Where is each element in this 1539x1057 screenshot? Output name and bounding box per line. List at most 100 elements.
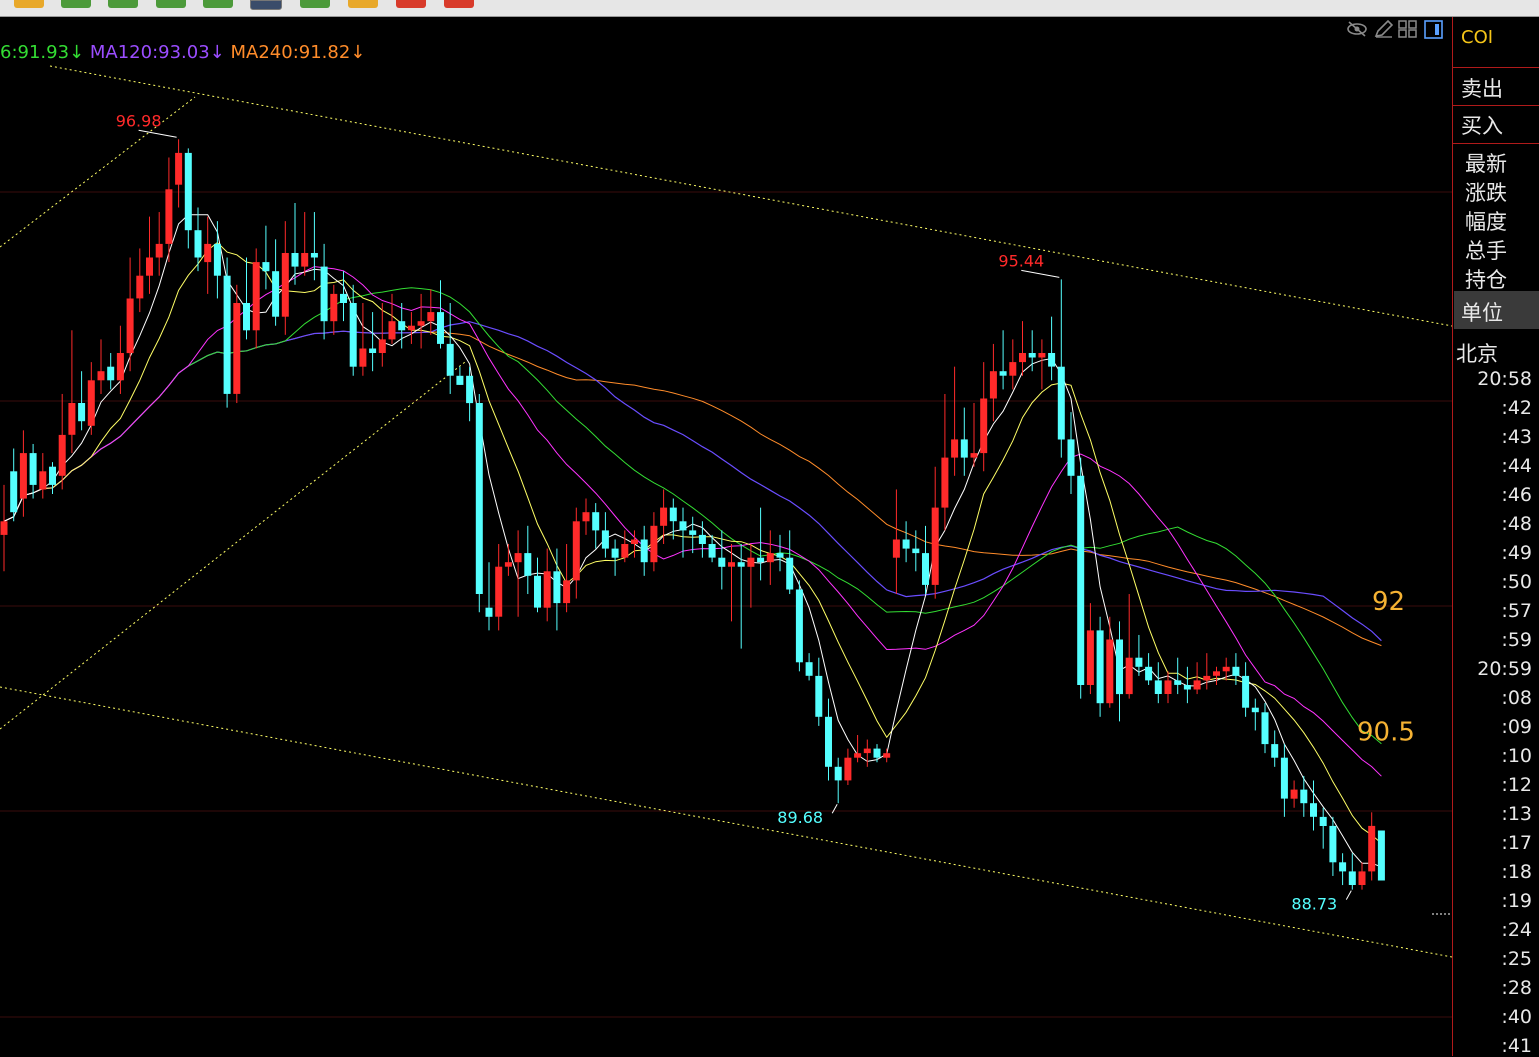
candle-body <box>854 753 862 758</box>
candle-body <box>640 539 648 563</box>
time-entry: :18 <box>1501 861 1532 883</box>
candle-body <box>660 507 668 526</box>
candle-body <box>68 403 76 435</box>
pencil-icon[interactable] <box>1373 19 1394 42</box>
candle-body <box>0 521 8 535</box>
candle-body <box>999 371 1007 376</box>
time-entry: :43 <box>1501 426 1532 448</box>
ma60-value: 6:91.93↓ <box>0 42 85 63</box>
level-90-5-label: 90.5 <box>1357 718 1415 748</box>
candle-body <box>146 257 153 276</box>
ma240-line <box>3 330 1382 647</box>
toolbar-button-5[interactable] <box>203 0 233 8</box>
divider <box>1453 143 1539 144</box>
candle-body <box>427 312 435 322</box>
toolbar-button-2[interactable] <box>61 0 91 8</box>
candle-body <box>689 530 697 535</box>
candle-body <box>504 562 512 567</box>
candle-body <box>951 439 959 458</box>
toolbar-button-4[interactable] <box>156 0 186 8</box>
eye-hidden-icon[interactable] <box>1346 20 1368 42</box>
level-92-label: 92 <box>1372 587 1405 617</box>
toolbar-button-1[interactable] <box>14 0 44 8</box>
trend-line-upper <box>49 65 1452 327</box>
candle-body <box>388 321 396 340</box>
candle-body <box>126 298 134 354</box>
candle-body <box>437 312 444 344</box>
candle-body <box>1106 639 1114 704</box>
candle-body <box>136 275 144 299</box>
panel-icon[interactable] <box>1424 20 1444 44</box>
time-entry: :28 <box>1501 977 1532 999</box>
divider <box>1453 105 1539 106</box>
time-entry: :17 <box>1501 832 1532 854</box>
ma120-value: MA120:93.03↓ <box>89 42 225 63</box>
candle-body <box>524 553 532 576</box>
candle-body <box>766 553 774 563</box>
candle-body <box>1193 680 1201 690</box>
candle-body <box>320 266 328 322</box>
field-latest: 最新 <box>1465 152 1507 176</box>
buy-label: 买入 <box>1461 114 1503 138</box>
divider <box>1453 67 1539 68</box>
toolbar-button-6[interactable] <box>250 0 282 10</box>
candle-body <box>213 243 221 276</box>
time-entry: :41 <box>1501 1035 1532 1057</box>
candle-body <box>243 303 250 331</box>
candle-body <box>475 403 483 594</box>
candle-body <box>980 398 988 454</box>
kline-chart[interactable]: 96.98 95.44 89.68 88.73 92 90.5 <box>0 17 1452 1056</box>
sell-label: 卖出 <box>1461 77 1503 101</box>
candle-body <box>1310 803 1317 817</box>
toolbar-button-7[interactable] <box>300 0 330 8</box>
candle-body <box>1377 830 1385 881</box>
candle-body <box>262 262 270 272</box>
candle-body <box>252 262 260 331</box>
time-entry: :57 <box>1501 600 1532 622</box>
candle-body <box>873 748 881 758</box>
candle-body <box>1290 789 1298 799</box>
candle-body <box>941 457 949 508</box>
toolbar-button-9[interactable] <box>396 0 426 8</box>
candle-body <box>49 466 56 485</box>
low-annotation-0: 89.68 <box>777 808 823 827</box>
candle-body <box>1232 666 1240 676</box>
toolbar-button-3[interactable] <box>108 0 138 8</box>
candle-body <box>1145 666 1153 681</box>
candle-body <box>1067 439 1075 476</box>
candle-body <box>863 748 871 754</box>
candle-body <box>446 343 454 376</box>
candle-body <box>175 152 183 185</box>
time-entry: :25 <box>1501 948 1532 970</box>
candle-body <box>1038 353 1046 358</box>
grid-icon[interactable] <box>1398 20 1418 42</box>
field-volume: 总手 <box>1465 239 1507 263</box>
candle-body <box>485 607 493 617</box>
candle-body <box>922 553 929 585</box>
contract-code[interactable]: COI <box>1461 27 1539 48</box>
candle-body <box>204 243 212 263</box>
field-percent: 幅度 <box>1465 210 1507 234</box>
time-entry: :50 <box>1501 571 1532 593</box>
chart-area[interactable]: 96.98 95.44 89.68 88.73 92 90.5 <box>0 17 1452 1056</box>
candle-body <box>698 534 706 544</box>
candle-body <box>611 548 619 558</box>
candle-body <box>757 557 765 563</box>
time-entry: 20:58 <box>1477 368 1532 390</box>
candle-body <box>29 453 37 485</box>
candle-body <box>1271 744 1279 758</box>
annotation-pointer <box>1345 890 1352 900</box>
candle-body <box>1135 657 1143 667</box>
candle-body <box>572 521 580 581</box>
candle-body <box>534 575 541 608</box>
candle-body <box>844 757 852 781</box>
time-entry: :08 <box>1501 687 1532 709</box>
candle-body <box>815 675 823 717</box>
toolbar-button-8[interactable] <box>348 0 378 8</box>
candle-body <box>378 339 386 353</box>
candle-body <box>805 662 813 676</box>
candle-body <box>194 230 202 258</box>
toolbar-button-10[interactable] <box>444 0 474 8</box>
candle-body <box>1154 680 1162 694</box>
candle-body <box>631 539 638 544</box>
